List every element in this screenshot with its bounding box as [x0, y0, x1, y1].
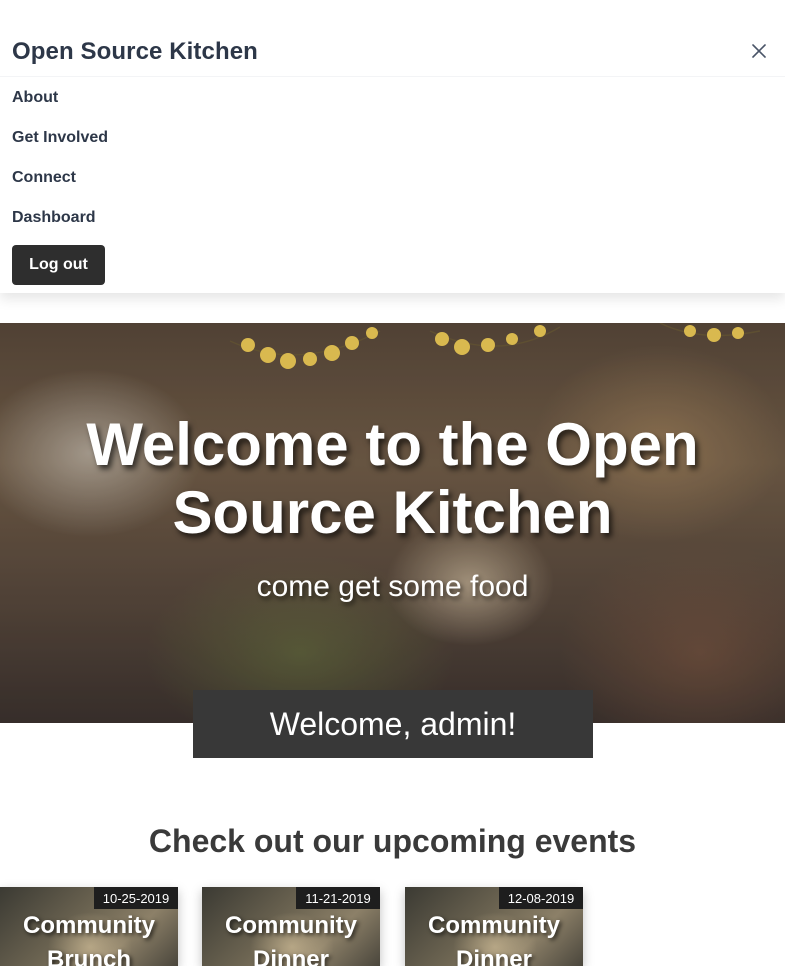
nav-link-get-involved[interactable]: Get Involved	[12, 129, 108, 147]
close-icon[interactable]	[748, 40, 770, 62]
event-date-badge: 10-25-2019	[94, 887, 178, 909]
hero-banner: Welcome to the Open Source Kitchen come …	[0, 323, 785, 723]
mobile-nav-panel: Open Source Kitchen About Get Involved C…	[0, 0, 785, 293]
event-date-badge: 12-08-2019	[499, 887, 583, 909]
hero-subtitle: come get some food	[256, 570, 529, 603]
event-title: Community Dinner	[428, 912, 560, 966]
logout-button[interactable]: Log out	[12, 245, 105, 285]
hero-title: Welcome to the Open Source Kitchen	[86, 411, 699, 546]
header-divider	[0, 76, 785, 77]
nav-link-connect[interactable]: Connect	[12, 169, 76, 187]
events-heading: Check out our upcoming events	[148, 823, 637, 859]
event-card[interactable]: 12-08-2019 Community Dinner	[405, 887, 583, 966]
nav-link-about[interactable]: About	[12, 89, 58, 107]
event-title: Community Brunch	[23, 912, 155, 966]
brand-title[interactable]: Open Source Kitchen	[12, 38, 258, 66]
event-date-badge: 11-21-2019	[296, 887, 380, 909]
event-card[interactable]: 11-21-2019 Community Dinner	[202, 887, 380, 966]
event-title: Community Dinner	[225, 912, 357, 966]
welcome-banner: Welcome, admin!	[193, 690, 593, 758]
event-card[interactable]: 10-25-2019 Community Brunch	[0, 887, 178, 966]
nav-link-dashboard[interactable]: Dashboard	[12, 209, 96, 227]
